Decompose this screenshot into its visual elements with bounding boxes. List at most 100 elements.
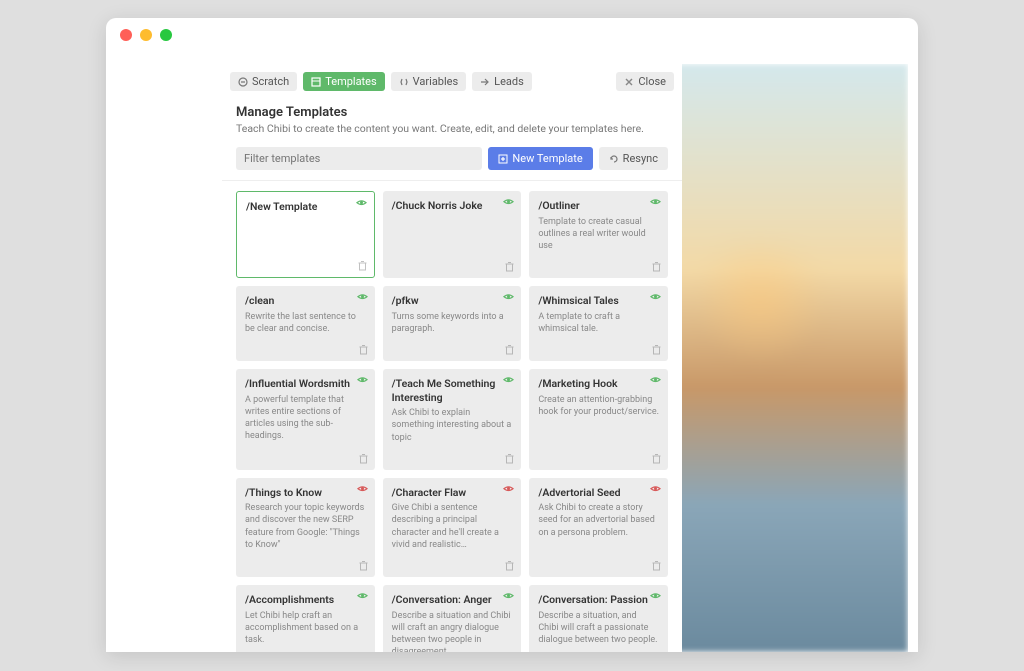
- visibility-icon[interactable]: [503, 592, 514, 600]
- template-description: Ask Chibi to explain something interesti…: [392, 407, 513, 443]
- template-description: Template to create casual outlines a rea…: [538, 216, 659, 252]
- template-card[interactable]: /Conversation: Passion Describe a situati…: [529, 585, 668, 652]
- app-window: xxxxx xxxxx xx xxx xxxx – xxxxx xxxxxxx,…: [106, 18, 918, 652]
- template-title: /Advertorial Seed: [538, 486, 659, 500]
- window-close-dot[interactable]: [120, 29, 132, 41]
- template-card[interactable]: /Influential Wordsmith A powerful templat…: [236, 369, 375, 470]
- template-card[interactable]: /Outliner Template to create casual outli…: [529, 191, 668, 278]
- template-description: Research your topic keywords and discove…: [245, 502, 366, 551]
- template-title: /clean: [245, 294, 366, 308]
- template-card[interactable]: /New Template: [236, 191, 375, 278]
- templates-icon: [311, 77, 321, 87]
- visibility-icon[interactable]: [503, 198, 514, 206]
- template-description: A template to craft a whimsical tale.: [538, 311, 659, 335]
- template-card[interactable]: /Character FlawGive Chibi a sentence des…: [383, 478, 522, 577]
- close-icon: [624, 77, 634, 87]
- button-label: New Template: [512, 152, 582, 165]
- delete-icon[interactable]: [651, 261, 662, 272]
- template-description: Let Chibi help craft an accomplishment b…: [245, 610, 366, 646]
- scratch-icon: [238, 77, 248, 87]
- page-title: Manage Templates: [236, 105, 668, 120]
- variables-icon: [399, 77, 409, 87]
- delete-icon[interactable]: [358, 344, 369, 355]
- template-title: /Chuck Norris Joke: [392, 199, 513, 213]
- window-minimize-dot[interactable]: [140, 29, 152, 41]
- template-card[interactable]: /Things to KnowResearch your topic keywo…: [236, 478, 375, 577]
- visibility-icon[interactable]: [356, 199, 367, 207]
- template-description: Describe a situation and Chibi will craf…: [392, 610, 513, 652]
- template-title: /Character Flaw: [392, 486, 513, 500]
- delete-icon[interactable]: [651, 344, 662, 355]
- close-button[interactable]: Close: [616, 72, 674, 91]
- template-description: Create an attention-grabbing hook for yo…: [538, 394, 659, 418]
- template-card[interactable]: /Whimsical Tales A template to craft a wh…: [529, 286, 668, 361]
- template-card[interactable]: /Marketing Hook Create an attention-grabb…: [529, 369, 668, 470]
- template-description: Describe a situation, and Chibi will cra…: [538, 610, 659, 646]
- delete-icon[interactable]: [358, 453, 369, 464]
- template-title: /Whimsical Tales: [538, 294, 659, 308]
- delete-icon[interactable]: [358, 560, 369, 571]
- template-title: /Teach Me Something Interesting: [392, 377, 513, 404]
- template-title: /pfkw: [392, 294, 513, 308]
- button-label: Resync: [623, 152, 658, 165]
- template-card[interactable]: /Accomplishments Let Chibi help craft an …: [236, 585, 375, 652]
- plus-icon: [498, 154, 508, 164]
- visibility-icon[interactable]: [503, 376, 514, 384]
- tab-leads[interactable]: Leads: [472, 72, 532, 91]
- new-template-button[interactable]: New Template: [488, 147, 592, 170]
- template-title: /Accomplishments: [245, 593, 366, 607]
- template-title: /New Template: [246, 200, 365, 214]
- visibility-icon[interactable]: [503, 485, 514, 493]
- template-card[interactable]: /clean Rewrite the last sentence to be cl…: [236, 286, 375, 361]
- template-title: /Marketing Hook: [538, 377, 659, 391]
- refresh-icon: [609, 154, 619, 164]
- template-description: Rewrite the last sentence to be clear an…: [245, 311, 366, 335]
- visibility-icon[interactable]: [650, 293, 661, 301]
- visibility-icon[interactable]: [357, 293, 368, 301]
- delete-icon[interactable]: [504, 560, 515, 571]
- tab-label: Templates: [325, 75, 376, 88]
- visibility-icon[interactable]: [650, 485, 661, 493]
- panel-tabs: Scratch Templates Variables Leads Close: [222, 64, 682, 91]
- tab-label: Variables: [413, 75, 459, 88]
- delete-icon[interactable]: [651, 560, 662, 571]
- visibility-icon[interactable]: [650, 376, 661, 384]
- template-description: Ask Chibi to create a story seed for an …: [538, 502, 659, 538]
- template-title: /Conversation: Passion: [538, 593, 659, 607]
- template-card[interactable]: /Conversation: Anger Describe a situation…: [383, 585, 522, 652]
- visibility-icon[interactable]: [357, 376, 368, 384]
- templates-grid: /New Template/Chuck Norris Joke/Outliner…: [222, 181, 682, 652]
- delete-icon[interactable]: [357, 260, 368, 271]
- panel-controls: New Template Resync: [222, 139, 682, 181]
- delete-icon[interactable]: [651, 453, 662, 464]
- template-description: A powerful template that writes entire s…: [245, 394, 366, 443]
- filter-input[interactable]: [236, 147, 482, 170]
- tab-variables[interactable]: Variables: [391, 72, 467, 91]
- visibility-icon[interactable]: [357, 485, 368, 493]
- template-title: /Influential Wordsmith: [245, 377, 366, 391]
- template-description: Turns some keywords into a paragraph.: [392, 311, 513, 335]
- tab-label: Scratch: [252, 75, 289, 88]
- page-subtitle: Teach Chibi to create the content you wa…: [236, 122, 668, 135]
- visibility-icon[interactable]: [503, 293, 514, 301]
- tab-scratch[interactable]: Scratch: [230, 72, 297, 91]
- template-card[interactable]: /Chuck Norris Joke: [383, 191, 522, 278]
- template-card[interactable]: /Advertorial Seed Ask Chibi to create a s…: [529, 478, 668, 577]
- panel-header: Manage Templates Teach Chibi to create t…: [222, 91, 682, 139]
- delete-icon[interactable]: [504, 261, 515, 272]
- template-title: /Conversation: Anger: [392, 593, 513, 607]
- delete-icon[interactable]: [504, 453, 515, 464]
- template-title: /Outliner: [538, 199, 659, 213]
- visibility-icon[interactable]: [357, 592, 368, 600]
- visibility-icon[interactable]: [650, 198, 661, 206]
- templates-panel: Scratch Templates Variables Leads Close …: [222, 64, 682, 652]
- window-maximize-dot[interactable]: [160, 29, 172, 41]
- template-card[interactable]: /Teach Me Something Interesting Ask Chibi…: [383, 369, 522, 470]
- resync-button[interactable]: Resync: [599, 147, 668, 170]
- visibility-icon[interactable]: [650, 592, 661, 600]
- template-card[interactable]: /pfkw Turns some keywords into a paragrap…: [383, 286, 522, 361]
- delete-icon[interactable]: [504, 344, 515, 355]
- close-label: Close: [638, 75, 666, 88]
- tab-templates[interactable]: Templates: [303, 72, 384, 91]
- leads-icon: [480, 77, 490, 87]
